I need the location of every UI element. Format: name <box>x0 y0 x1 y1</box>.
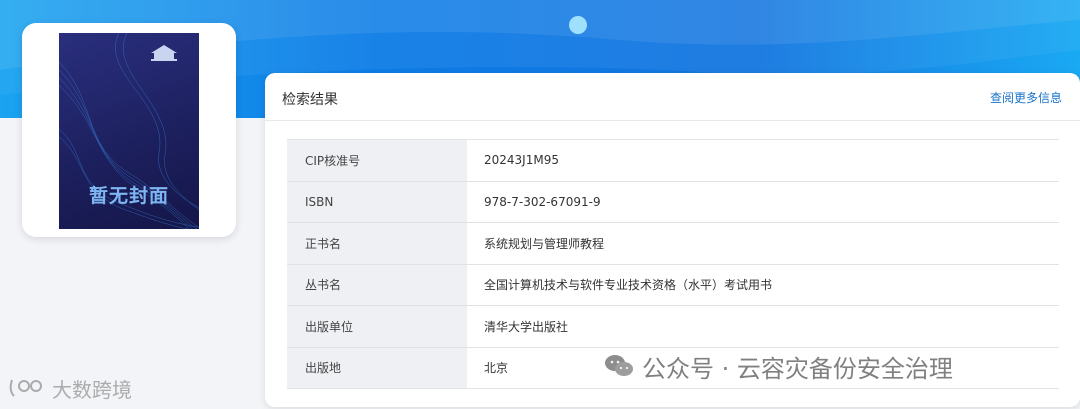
banner-dot <box>569 16 587 34</box>
row-label-isbn: ISBN <box>287 181 467 223</box>
table-row: 正书名 系统规划与管理师教程 <box>287 222 1059 265</box>
result-title: 检索结果 <box>282 92 338 108</box>
wechat-watermark-text: 公众号 · 云容灾备份安全治理 <box>642 354 953 383</box>
row-value-isbn: 978-7-302-67091-9 <box>467 181 1059 223</box>
publisher-logo-icon <box>151 45 177 61</box>
result-card-header: 检索结果 查阅更多信息 <box>265 73 1080 121</box>
row-label-publisher: 出版单位 <box>287 305 467 348</box>
row-value-series: 全国计算机技术与软件专业技术资格（水平）考试用书 <box>467 264 1059 306</box>
brand-watermark: 大数跨境 <box>8 372 132 404</box>
row-value-publisher: 清华大学出版社 <box>467 305 1059 348</box>
table-row: 出版单位 清华大学出版社 <box>287 305 1059 348</box>
table-row: 丛书名 全国计算机技术与软件专业技术资格（水平）考试用书 <box>287 264 1059 306</box>
book-cover-card: 暂无封面 <box>22 23 236 237</box>
brand-logo-icon <box>9 379 42 397</box>
table-row: CIP核准号 20243J1M95 <box>287 139 1059 182</box>
row-label-place: 出版地 <box>287 347 467 389</box>
row-label-cip: CIP核准号 <box>287 139 467 182</box>
row-label-title: 正书名 <box>287 222 467 265</box>
row-value-cip: 20243J1M95 <box>467 139 1059 182</box>
row-value-title: 系统规划与管理师教程 <box>467 222 1059 265</box>
brand-watermark-text: 大数跨境 <box>52 377 132 402</box>
view-more-link[interactable]: 查阅更多信息 <box>990 89 1062 106</box>
table-row: ISBN 978-7-302-67091-9 <box>287 181 1059 223</box>
no-cover-text: 暂无封面 <box>88 185 169 207</box>
row-label-series: 丛书名 <box>287 264 467 306</box>
book-cover-placeholder: 暂无封面 <box>59 33 199 229</box>
wechat-watermark: 公众号 · 云容灾备份安全治理 <box>604 350 953 383</box>
wechat-icon <box>605 355 633 376</box>
